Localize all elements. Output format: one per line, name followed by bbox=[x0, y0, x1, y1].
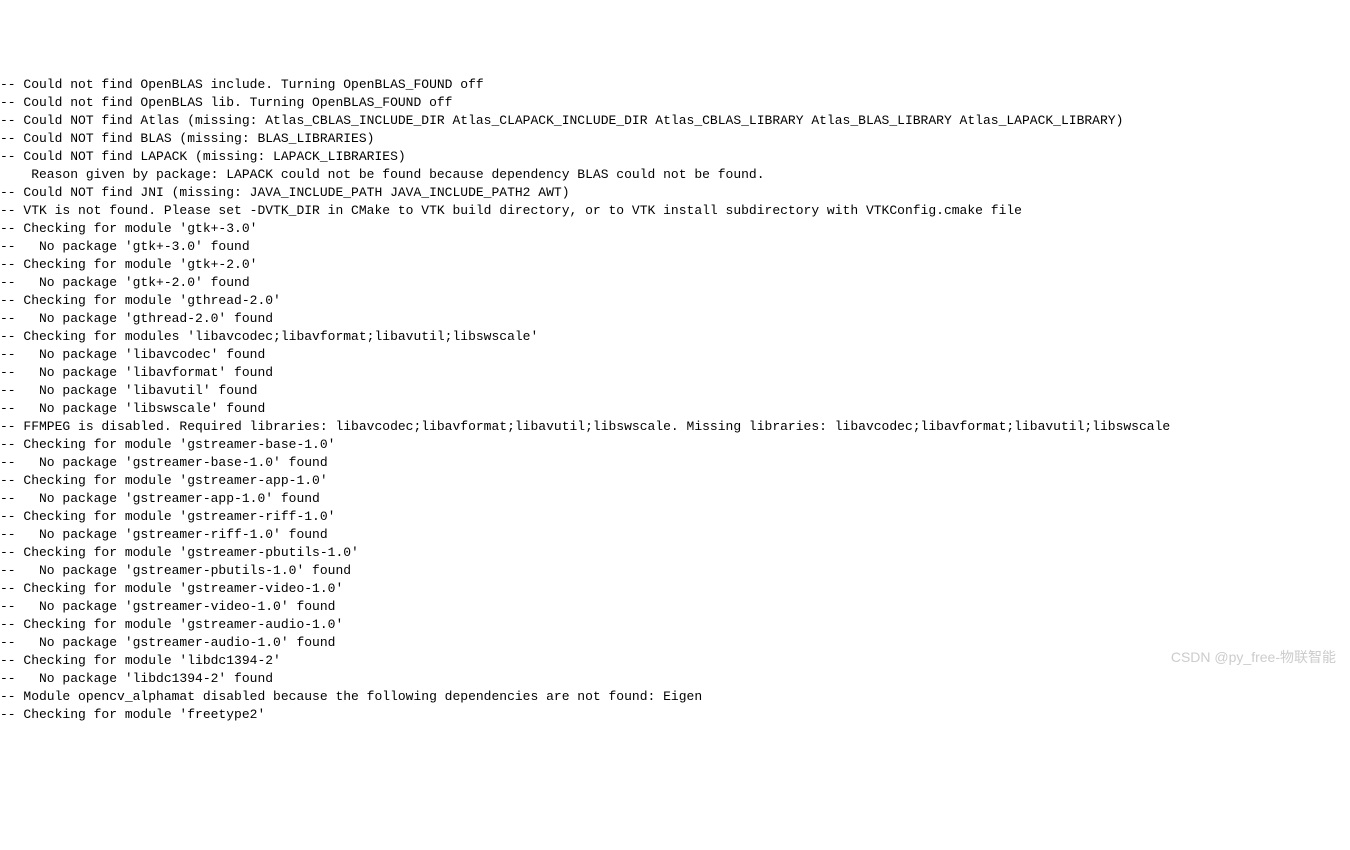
terminal-line: -- Checking for module 'gstreamer-audio-… bbox=[0, 616, 1350, 634]
terminal-line: -- Checking for module 'gstreamer-app-1.… bbox=[0, 472, 1350, 490]
terminal-line: -- Checking for module 'gstreamer-pbutil… bbox=[0, 544, 1350, 562]
terminal-line: -- Could NOT find JNI (missing: JAVA_INC… bbox=[0, 184, 1350, 202]
terminal-line: -- No package 'gstreamer-audio-1.0' foun… bbox=[0, 634, 1350, 652]
terminal-line: -- Checking for module 'gtk+-3.0' bbox=[0, 220, 1350, 238]
terminal-line: -- VTK is not found. Please set -DVTK_DI… bbox=[0, 202, 1350, 220]
terminal-line: -- No package 'gstreamer-video-1.0' foun… bbox=[0, 598, 1350, 616]
terminal-line: -- Could not find OpenBLAS include. Turn… bbox=[0, 76, 1350, 94]
terminal-line: -- No package 'libavcodec' found bbox=[0, 346, 1350, 364]
terminal-line: -- Could not find OpenBLAS lib. Turning … bbox=[0, 94, 1350, 112]
terminal-line: -- No package 'gtk+-2.0' found bbox=[0, 274, 1350, 292]
terminal-line: -- Checking for module 'gstreamer-video-… bbox=[0, 580, 1350, 598]
terminal-line: -- No package 'gstreamer-app-1.0' found bbox=[0, 490, 1350, 508]
terminal-line: -- FFMPEG is disabled. Required librarie… bbox=[0, 418, 1350, 436]
terminal-line: -- Checking for module 'freetype2' bbox=[0, 706, 1350, 724]
terminal-line: -- No package 'gstreamer-riff-1.0' found bbox=[0, 526, 1350, 544]
terminal-line: -- No package 'gstreamer-base-1.0' found bbox=[0, 454, 1350, 472]
terminal-line: -- Could NOT find LAPACK (missing: LAPAC… bbox=[0, 148, 1350, 166]
terminal-line: -- Checking for module 'gtk+-2.0' bbox=[0, 256, 1350, 274]
terminal-line: -- No package 'gstreamer-pbutils-1.0' fo… bbox=[0, 562, 1350, 580]
terminal-line: -- No package 'libdc1394-2' found bbox=[0, 670, 1350, 688]
terminal-line: -- Could NOT find BLAS (missing: BLAS_LI… bbox=[0, 130, 1350, 148]
terminal-line: -- Checking for modules 'libavcodec;liba… bbox=[0, 328, 1350, 346]
terminal-line: -- No package 'gthread-2.0' found bbox=[0, 310, 1350, 328]
terminal-line: -- No package 'libswscale' found bbox=[0, 400, 1350, 418]
terminal-line: -- Module opencv_alphamat disabled becau… bbox=[0, 688, 1350, 706]
terminal-line: -- Checking for module 'gstreamer-riff-1… bbox=[0, 508, 1350, 526]
terminal-line: Reason given by package: LAPACK could no… bbox=[0, 166, 1350, 184]
terminal-line: -- Checking for module 'libdc1394-2' bbox=[0, 652, 1350, 670]
terminal-line: -- Could NOT find Atlas (missing: Atlas_… bbox=[0, 112, 1350, 130]
terminal-line: -- Checking for module 'gthread-2.0' bbox=[0, 292, 1350, 310]
terminal-line: -- No package 'libavformat' found bbox=[0, 364, 1350, 382]
terminal-line: -- No package 'gtk+-3.0' found bbox=[0, 238, 1350, 256]
terminal-output[interactable]: -- Could not find OpenBLAS include. Turn… bbox=[0, 72, 1350, 724]
terminal-line: -- Checking for module 'gstreamer-base-1… bbox=[0, 436, 1350, 454]
terminal-line: -- No package 'libavutil' found bbox=[0, 382, 1350, 400]
